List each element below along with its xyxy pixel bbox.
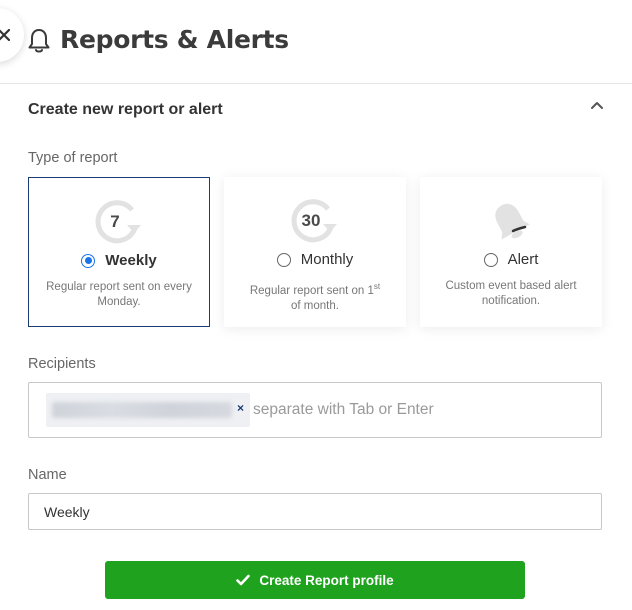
name-input[interactable] (28, 493, 602, 530)
recipients-label: Recipients (28, 356, 96, 372)
redacted-email (52, 402, 232, 418)
alert-radio[interactable] (483, 252, 498, 267)
report-option-alert[interactable]: Alert Custom event based alert notificat… (420, 177, 602, 327)
chevron-up-icon[interactable] (590, 100, 604, 110)
monthly-cycle-icon: 30 (224, 197, 406, 247)
monthly-label: Monthly (300, 251, 354, 268)
alert-bell-icon (420, 197, 602, 247)
create-report-profile-button[interactable]: Create Report profile (105, 561, 525, 599)
bell-icon (28, 29, 50, 53)
alert-description: Custom event based alert notification. (445, 280, 577, 307)
name-label: Name (28, 467, 67, 483)
report-option-monthly[interactable]: 30 Monthly Regular report sent on 1st of… (224, 177, 406, 327)
remove-recipient-button[interactable]: × (237, 401, 244, 415)
weekly-label: Weekly (105, 252, 157, 269)
recipient-chip: × (46, 393, 250, 427)
monthly-radio[interactable] (276, 252, 291, 267)
alert-label: Alert (507, 251, 539, 268)
section-title: Create new report or alert (28, 101, 223, 118)
create-button-label: Create Report profile (259, 572, 394, 588)
monthly-icon-text: 30 (302, 211, 321, 230)
page-title: Reports & Alerts (60, 25, 289, 54)
weekly-cycle-icon: 7 (29, 198, 209, 248)
weekly-radio[interactable] (81, 253, 96, 268)
recipients-field[interactable]: × (28, 382, 602, 438)
weekly-description: Regular report sent on every Monday. (46, 281, 192, 308)
recipients-input[interactable] (253, 399, 583, 421)
page-header: Reports & Alerts (0, 0, 632, 84)
monthly-description: Regular report sent on 1st of month. (249, 282, 381, 312)
report-option-weekly[interactable]: 7 Weekly Regular report sent on every Mo… (28, 177, 210, 327)
weekly-icon-text: 7 (110, 212, 119, 231)
check-icon (236, 574, 251, 586)
report-type-label: Type of report (28, 150, 118, 166)
